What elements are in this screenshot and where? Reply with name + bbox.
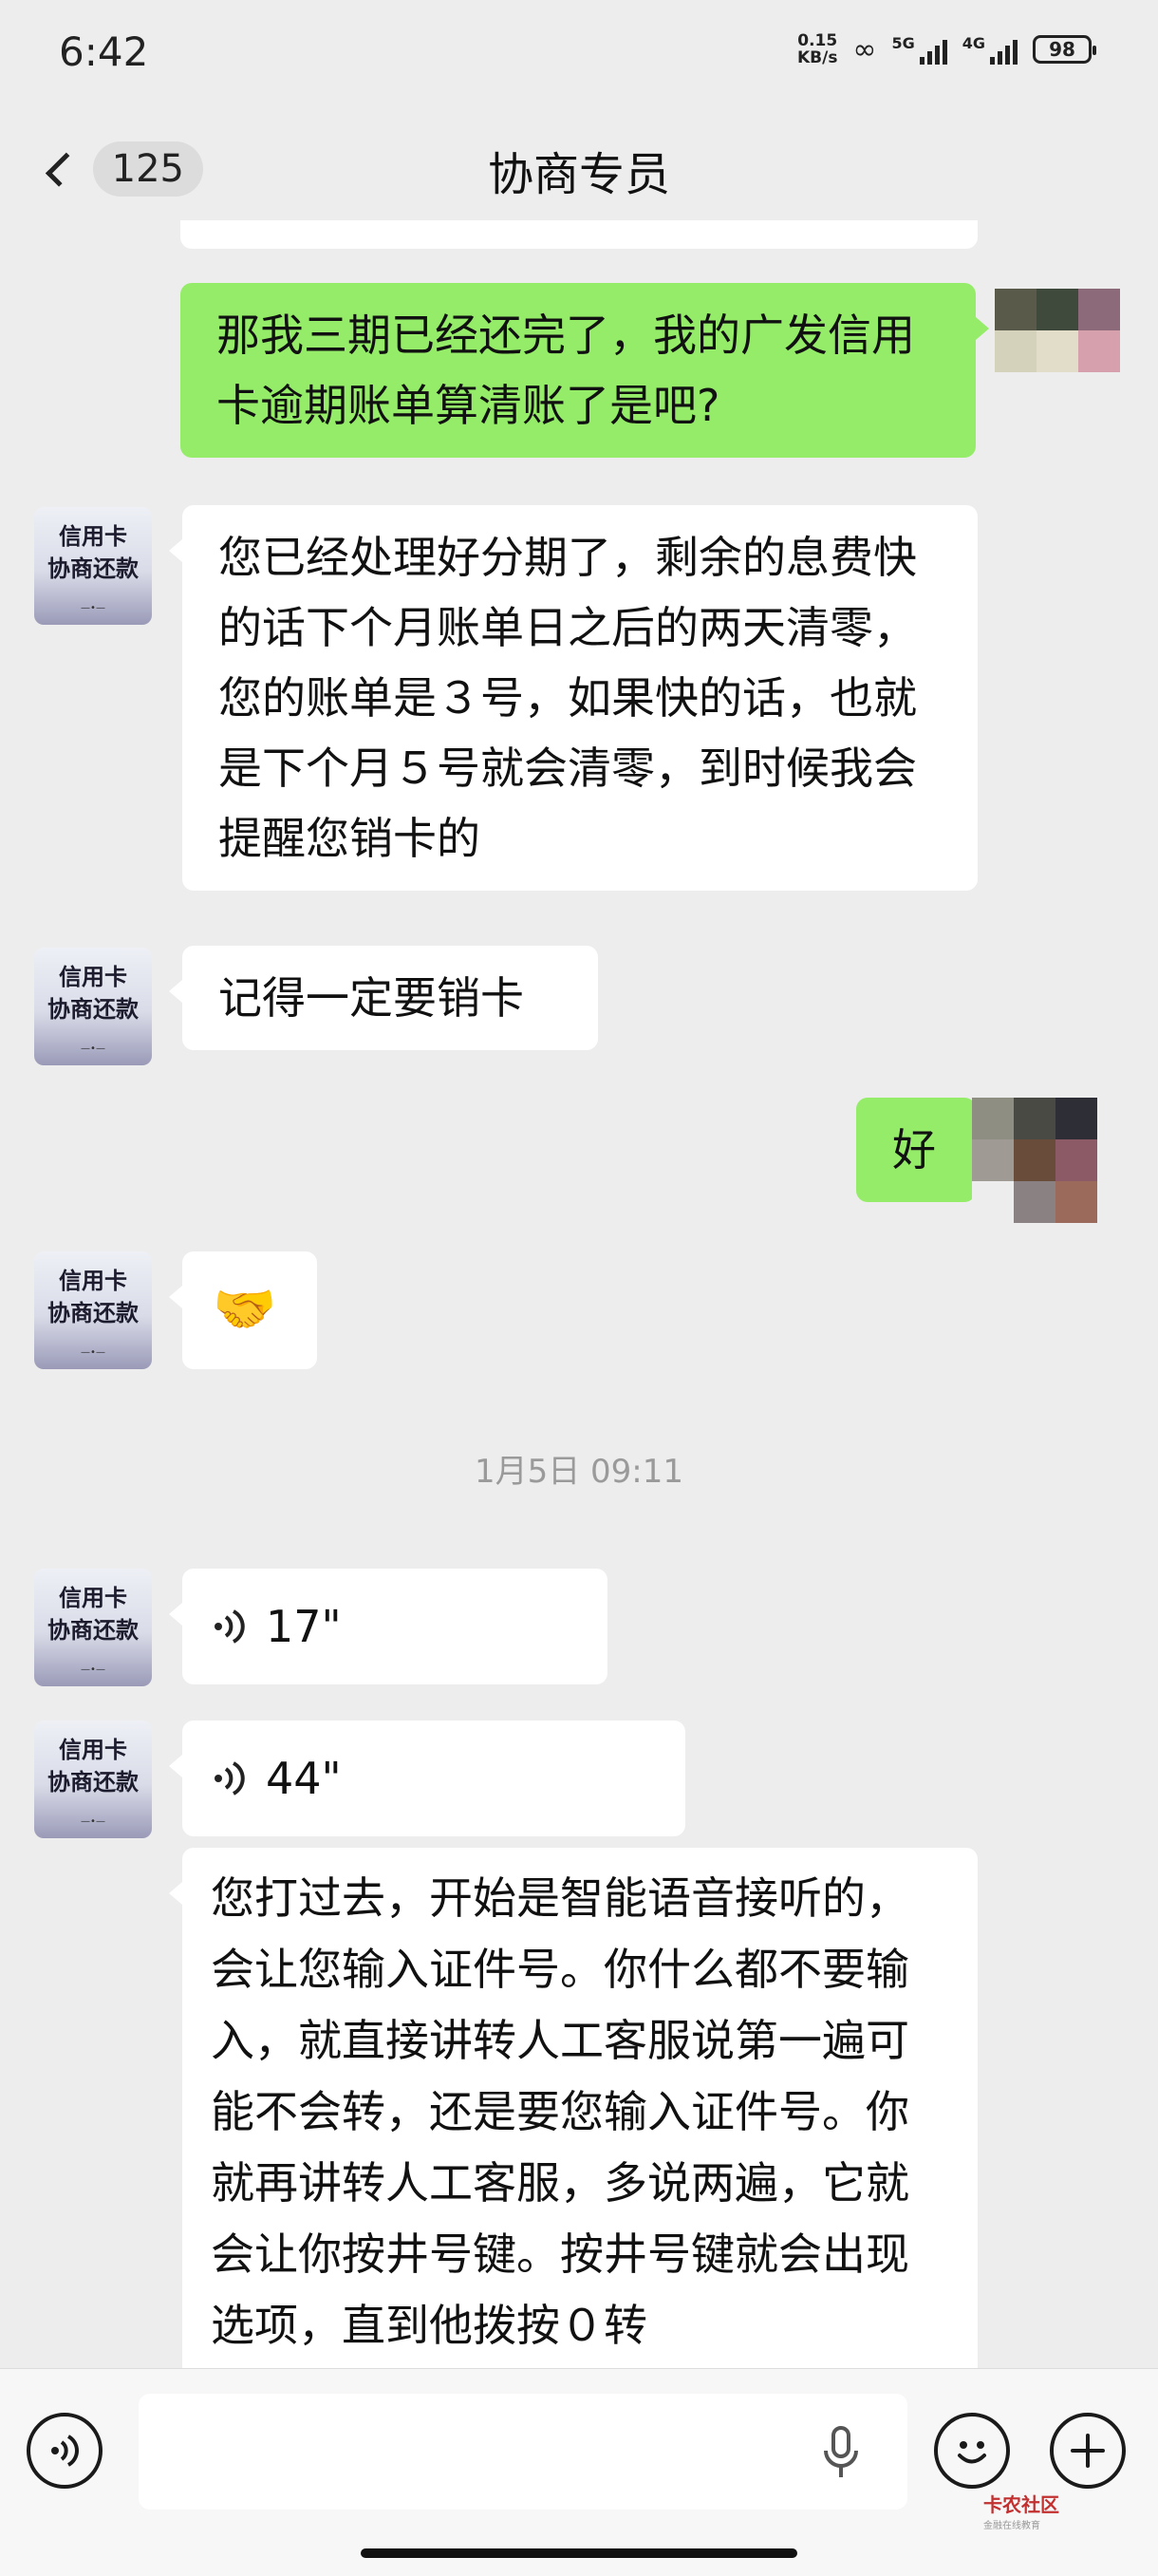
hotspot-link-icon: ∞ bbox=[852, 32, 877, 66]
voice-mode-button[interactable] bbox=[27, 2413, 103, 2489]
chat-timestamp: 1月5日 09:11 bbox=[474, 1453, 684, 1491]
microphone-icon[interactable] bbox=[822, 2424, 860, 2481]
agent-avatar[interactable]: 信用卡 协商还款 —•— bbox=[34, 948, 152, 1065]
back-chevron-icon bbox=[45, 152, 80, 186]
message-list[interactable]: 那我三期已经还完了，我的广发信用卡逾期账单算清账了是吧? 信用卡 协商还款 —•—… bbox=[0, 220, 1158, 2368]
my-avatar[interactable] bbox=[972, 1098, 1097, 1223]
message-bubble-incoming[interactable]: 🤝 bbox=[169, 1251, 317, 1369]
voice-message-bubble[interactable]: 17" bbox=[169, 1569, 607, 1684]
previous-message-fragment bbox=[180, 220, 978, 249]
watermark: 卡农社区 金融在线教育 bbox=[983, 2493, 1059, 2531]
message-bubble-incoming[interactable]: 记得一定要销卡 bbox=[169, 946, 598, 1050]
back-button[interactable]: 125 bbox=[42, 141, 203, 197]
message-bubble-incoming[interactable]: 您已经处理好分期了，剩余的息费快的话下个月账单日之后的两天清零，您的账单是３号，… bbox=[169, 505, 978, 891]
signal-5g-icon: 5G bbox=[891, 34, 947, 65]
voice-duration: 17" bbox=[266, 1601, 342, 1652]
voice-wave-icon bbox=[215, 1761, 245, 1796]
input-bar bbox=[0, 2368, 1158, 2576]
status-time: 6:42 bbox=[59, 28, 149, 75]
more-button[interactable] bbox=[1050, 2413, 1126, 2489]
message-bubble-outgoing[interactable]: 那我三期已经还完了，我的广发信用卡逾期账单算清账了是吧? bbox=[180, 283, 989, 458]
agent-avatar[interactable]: 信用卡 协商还款 —•— bbox=[34, 507, 152, 625]
voice-mode-icon bbox=[51, 2435, 79, 2467]
unread-count-badge: 125 bbox=[92, 141, 203, 197]
plus-icon bbox=[1071, 2434, 1105, 2468]
system-icons: 0.15 KB/s ∞ 5G 4G 98 bbox=[797, 31, 1096, 67]
network-speed: 0.15 KB/s bbox=[797, 31, 838, 67]
signal-4g-icon: 4G bbox=[962, 34, 1018, 65]
voice-message-bubble[interactable]: 44" bbox=[169, 1720, 685, 1836]
message-bubble-outgoing[interactable]: 好 bbox=[856, 1098, 989, 1202]
status-bar: 6:42 0.15 KB/s ∞ 5G 4G 98 bbox=[0, 0, 1158, 114]
home-indicator[interactable] bbox=[361, 2548, 797, 2558]
emoji-button[interactable] bbox=[934, 2413, 1010, 2489]
handshake-emoji: 🤝 bbox=[213, 1279, 277, 1339]
voice-transcript-bubble[interactable]: 您打过去，开始是智能语音接听的，会让您输入证件号。你什么都不要输入，就直接讲转人… bbox=[169, 1848, 978, 2368]
my-avatar[interactable] bbox=[995, 289, 1120, 414]
battery-icon: 98 bbox=[1033, 35, 1096, 64]
message-input[interactable] bbox=[139, 2394, 907, 2510]
agent-avatar[interactable]: 信用卡 协商还款 —•— bbox=[34, 1569, 152, 1686]
agent-avatar[interactable]: 信用卡 协商还款 —•— bbox=[34, 1720, 152, 1838]
voice-wave-icon bbox=[215, 1609, 245, 1644]
chat-header: 协商专员 125 bbox=[0, 114, 1158, 218]
voice-duration: 44" bbox=[266, 1753, 342, 1804]
emoji-icon bbox=[958, 2441, 986, 2464]
agent-avatar[interactable]: 信用卡 协商还款 —•— bbox=[34, 1251, 152, 1369]
